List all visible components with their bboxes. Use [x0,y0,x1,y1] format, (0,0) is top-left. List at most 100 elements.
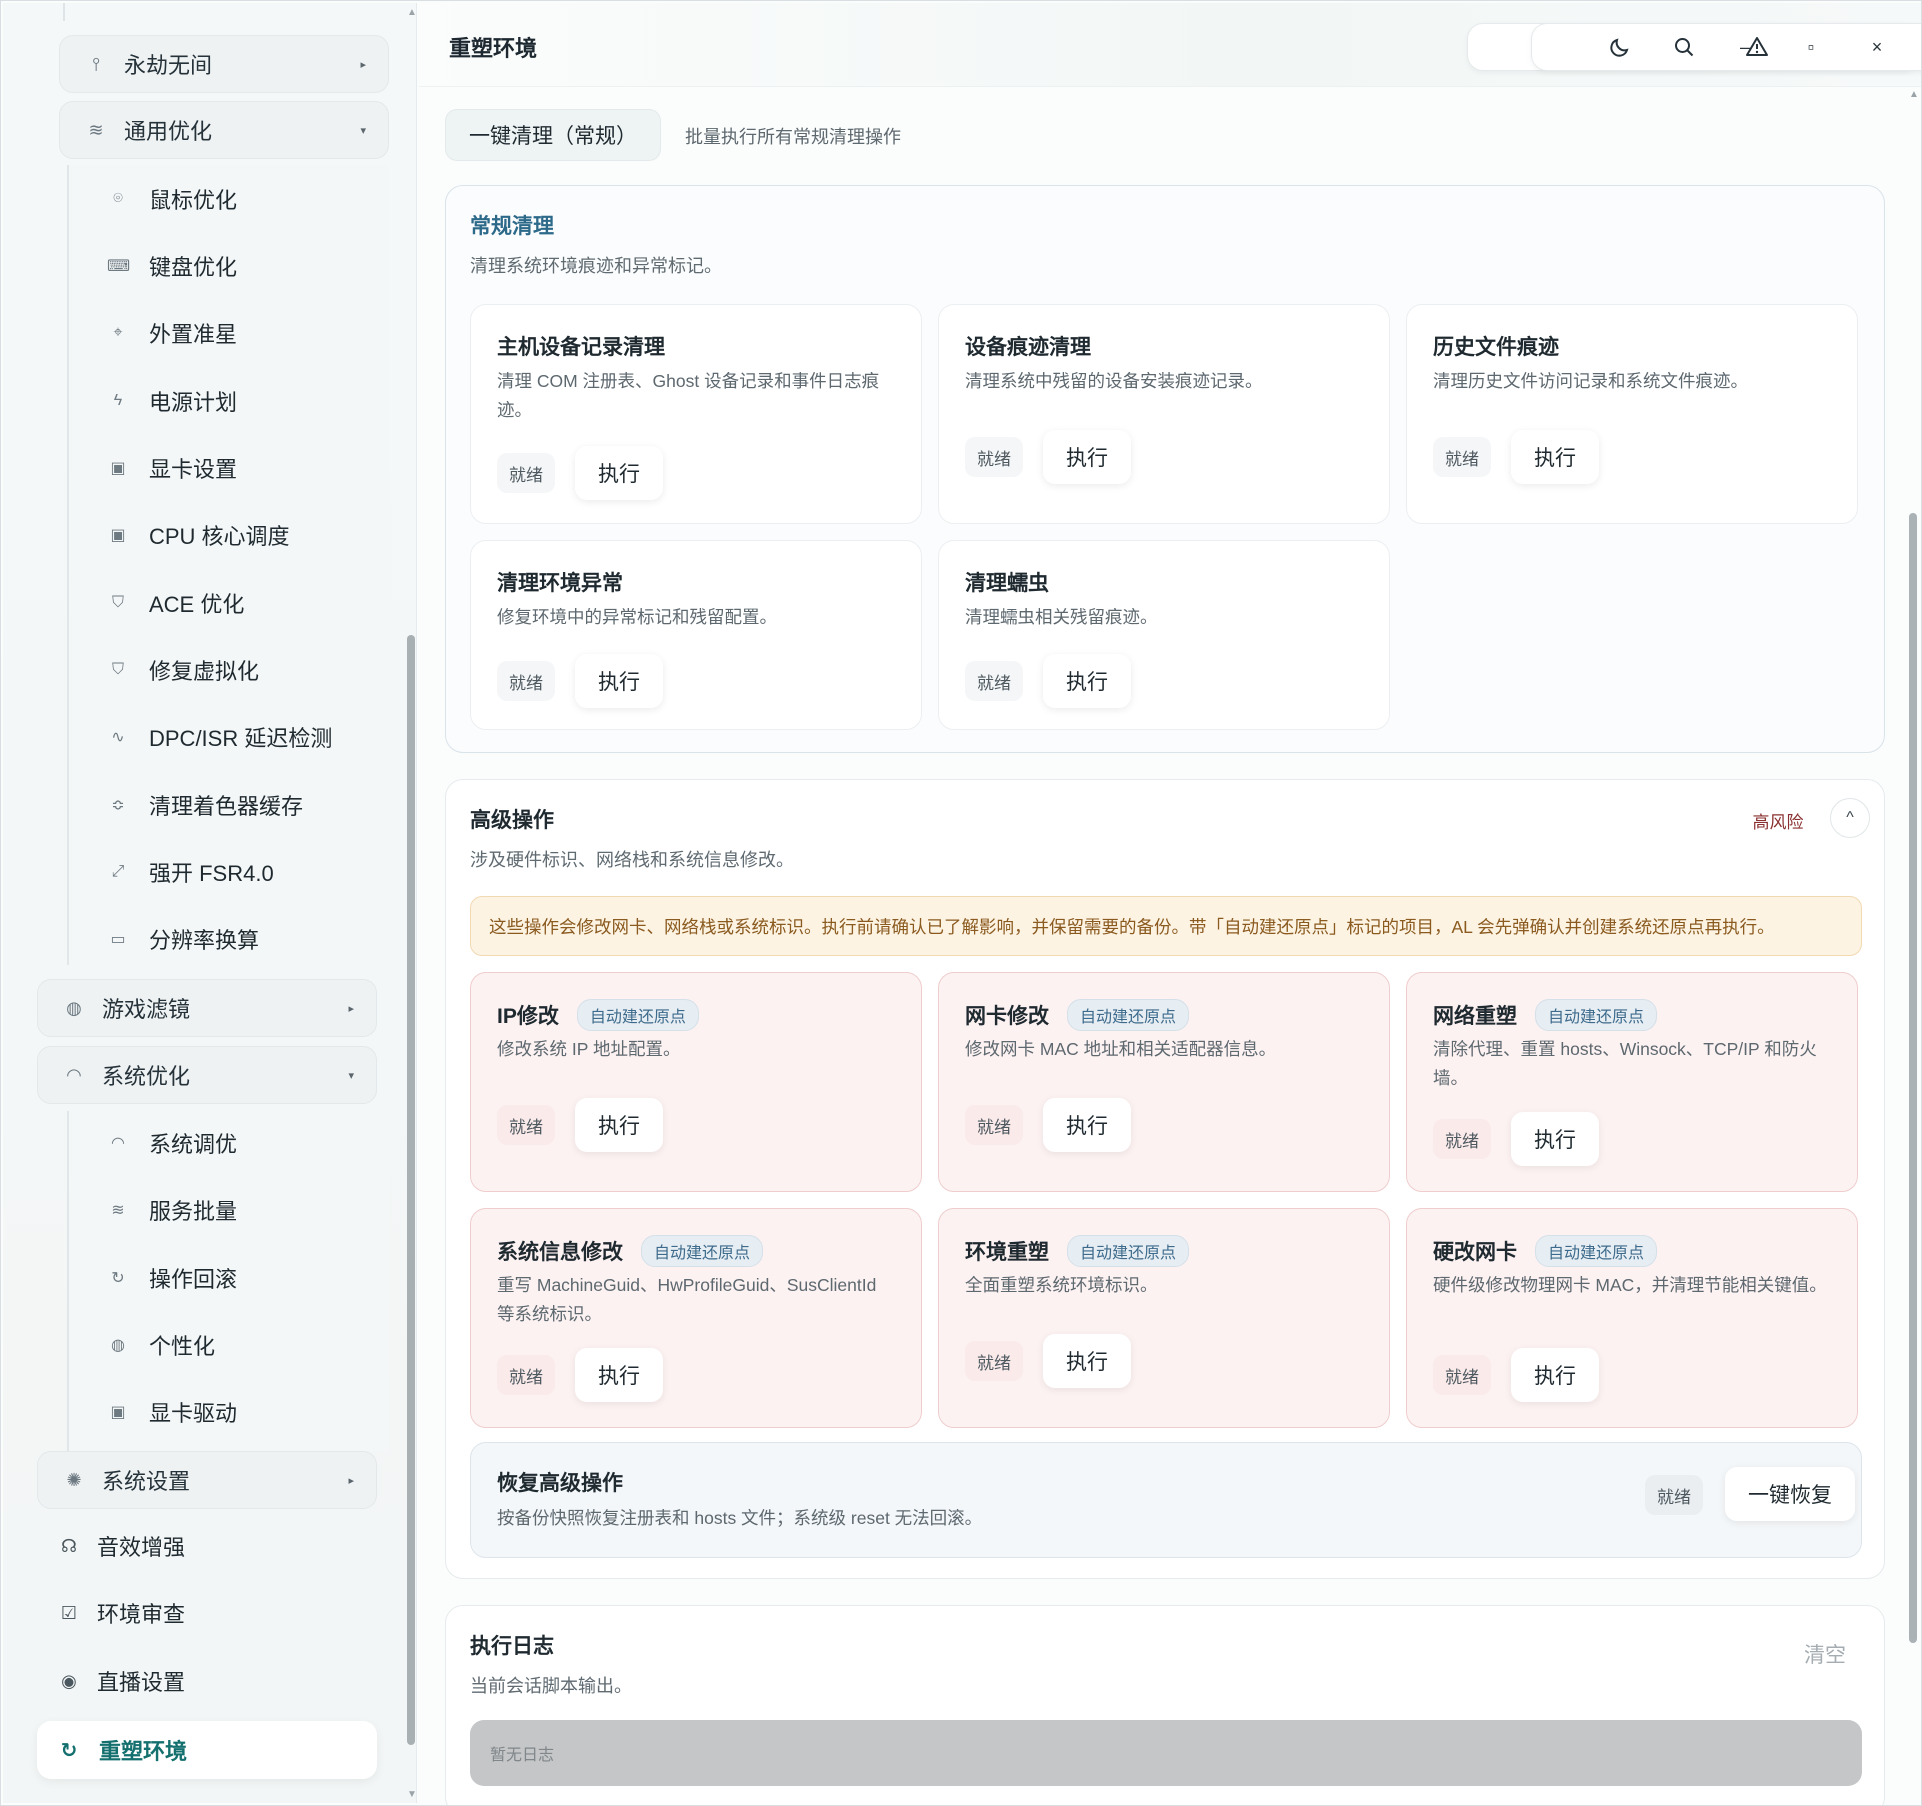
main-scrollbar[interactable] [1909,513,1917,1643]
search-icon [1675,38,1694,57]
sidebar-item-virtualization[interactable]: ⛉ 修复虚拟化 [107,648,259,692]
sidebar-item-gpu-driver[interactable]: ▣ 显卡驱动 [107,1390,237,1434]
sidebar-item-reshape-env[interactable]: ↻ 重塑环境 [37,1721,377,1779]
sidebar-item-label: 服务批量 [149,1199,238,1224]
caret-right-icon: ▸ [348,1002,354,1015]
sidebar-item-services[interactable]: ≋ 服务批量 [107,1188,237,1232]
one-click-restore-button[interactable]: 一键恢复 [1725,1467,1855,1521]
status-badge: 就绪 [965,1105,1023,1145]
expand-icon: ⤢ [111,863,125,880]
chip-icon: ▣ [110,460,126,477]
card-title: 网络重塑 自动建还原点 [1433,999,1658,1031]
execute-button[interactable]: 执行 [1511,430,1599,484]
execute-button[interactable]: 执行 [1043,1334,1131,1388]
execute-button[interactable]: 执行 [1511,1112,1599,1166]
sidebar-item-mouse[interactable]: ⌾ 鼠标优化 [107,177,237,221]
execute-button[interactable]: 执行 [575,1348,663,1402]
restore-point-badge: 自动建还原点 [1067,999,1190,1031]
collapse-button[interactable]: ^ [1830,798,1870,838]
section-description: 涉及硬件标识、网络栈和系统信息修改。 [470,850,794,870]
card-title-text: 硬改网卡 [1433,1241,1517,1264]
sidebar-item-gpu-settings[interactable]: ▣ 显卡设置 [107,446,237,490]
tab-one-click-clean[interactable]: 一键清理（常规） [445,109,661,161]
cleanup-card: 清理环境异常 修复环境中的异常标记和残留配置。 就绪 执行 [470,540,922,730]
sidebar-item-personalize[interactable]: ◍ 个性化 [107,1323,215,1367]
content-area: 一键清理（常规） 批量执行所有常规清理操作 常规清理 清理系统环境痕迹和异常标记… [419,89,1921,1805]
restore-point-badge: 自动建还原点 [1067,1235,1190,1267]
sidebar-item-dpc-isr[interactable]: ∿ DPC/ISR 延迟检测 [107,715,332,759]
broadcast-icon: ◉ [61,1670,77,1691]
card-title-text: 网络重塑 [1433,1005,1517,1028]
sidebar-scrollbar[interactable] [407,635,415,1745]
status-badge: 就绪 [1645,1475,1703,1515]
sidebar-item-label: 修复虚拟化 [149,659,260,684]
sidebar: ⫯ 永劫无间 ▸ ≋ 通用优化 ▾ ⌾ 鼠标优化 ⌨ 键盘优化 ⌖ 外置准星 ϟ 电源计… [3,3,417,1803]
restore-advanced-card: 恢复高级操作 按备份快照恢复注册表和 hosts 文件；系统级 reset 无法… [470,1442,1862,1558]
restore-point-badge: 自动建还原点 [1535,1235,1658,1267]
card-title-text: 网卡修改 [965,1005,1049,1028]
advanced-operations-section: 高级操作 涉及硬件标识、网络栈和系统信息修改。 高风险 ^ 这些操作会修改网卡、… [445,779,1885,1579]
sidebar-item-ace[interactable]: ⛉ ACE 优化 [107,581,244,625]
sidebar-group-naraka[interactable]: ⫯ 永劫无间 ▸ [59,35,389,93]
card-title: 系统信息修改 自动建还原点 [497,1235,764,1267]
sidebar-item-stream[interactable]: ◉ 直播设置 [57,1659,185,1703]
shield-icon: ⛉ [111,594,124,611]
card-title-text: 环境重塑 [965,1241,1049,1264]
advanced-card: 网络重塑 自动建还原点 清除代理、重置 hosts、Winsock、TCP/IP … [1406,972,1858,1192]
card-description: 清理蠕虫相关残留痕迹。 [965,607,1158,627]
sidebar-item-crosshair[interactable]: ⌖ 外置准星 [107,311,237,355]
execute-button[interactable]: 执行 [1511,1348,1599,1402]
card-title-text: IP修改 [497,1005,559,1028]
clear-log-button[interactable]: 清空 [1780,1628,1870,1680]
scroll-up-arrow-icon[interactable]: ▲ [407,7,416,18]
sidebar-item-label: 清理着色器缓存 [149,794,304,819]
execute-button[interactable]: 执行 [575,654,663,708]
caret-down-icon: ▾ [360,124,366,137]
card-title: 清理环境异常 [497,572,623,595]
maximize-button[interactable]: ▫ [1789,27,1833,67]
chip-icon: ▣ [110,1404,126,1421]
card-title: IP修改 自动建还原点 [497,999,699,1031]
cleanup-card: 清理蠕虫 清理蠕虫相关残留痕迹。 就绪 执行 [938,540,1390,730]
section-description: 当前会话脚本输出。 [470,1676,632,1696]
warning-banner: 这些操作会修改网卡、网络栈或系统标识。执行前请确认已了解影响，并保留需要的备份。… [470,896,1862,956]
scroll-up-arrow-icon[interactable]: ▲ [1909,89,1919,100]
theme-toggle-button[interactable] [1595,23,1645,71]
card-description: 清理 COM 注册表、Ghost 设备记录和事件日志痕迹。 [497,371,880,420]
advanced-card: 系统信息修改 自动建还原点 重写 MachineGuid、HwProfileGui… [470,1208,922,1428]
sidebar-item-audio[interactable]: ☊ 音效增强 [57,1524,185,1568]
close-button[interactable]: × [1855,27,1899,67]
sidebar-group-system-opt[interactable]: ◠ 系统优化 ▾ [37,1046,377,1104]
sidebar-item-env-audit[interactable]: ☑ 环境审查 [57,1591,185,1635]
execute-button[interactable]: 执行 [575,1098,663,1152]
sidebar-item-resolution[interactable]: ▭ 分辨率换算 [107,917,259,961]
caret-right-icon: ▸ [348,1474,354,1487]
cleanup-card: 设备痕迹清理 清理系统中残留的设备安装痕迹记录。 就绪 执行 [938,304,1390,524]
execute-button[interactable]: 执行 [1043,430,1131,484]
refresh-icon: ↻ [60,1739,78,1762]
status-badge: 就绪 [497,453,555,493]
card-description: 修复环境中的异常标记和残留配置。 [497,607,777,627]
sidebar-item-rollback[interactable]: ↻ 操作回滚 [107,1256,237,1300]
execute-button[interactable]: 执行 [575,446,663,500]
card-description: 清理系统中残留的设备安装痕迹记录。 [965,371,1263,391]
page-title: 重塑环境 [449,36,538,61]
bolt-icon: ϟ [113,392,123,409]
execute-button[interactable]: 执行 [1043,1098,1131,1152]
sidebar-item-power[interactable]: ϟ 电源计划 [107,379,237,423]
sidebar-item-cpu-scheduling[interactable]: ▣ CPU 核心调度 [107,513,289,557]
minimize-button[interactable]: – [1723,27,1767,67]
sidebar-item-shader-cache[interactable]: ≎ 清理着色器缓存 [107,783,303,827]
refresh-icon: ↻ [111,1270,125,1287]
sidebar-group-system-settings[interactable]: ✺ 系统设置 ▸ [37,1451,377,1509]
scroll-down-arrow-icon[interactable]: ▼ [407,1789,416,1800]
sidebar-group-filters[interactable]: ◍ 游戏滤镜 ▸ [37,979,377,1037]
sidebar-item-fsr[interactable]: ⤢ 强开 FSR4.0 [107,850,274,894]
sidebar-item-label: 强开 FSR4.0 [149,861,274,886]
sword-icon: ⫯ [92,53,100,74]
sidebar-item-keyboard[interactable]: ⌨ 键盘优化 [107,244,237,288]
search-button[interactable] [1659,23,1709,71]
execute-button[interactable]: 执行 [1043,654,1131,708]
sidebar-item-system-tuning[interactable]: ◠ 系统调优 [107,1121,237,1165]
sidebar-group-general[interactable]: ≋ 通用优化 ▾ [59,101,389,159]
